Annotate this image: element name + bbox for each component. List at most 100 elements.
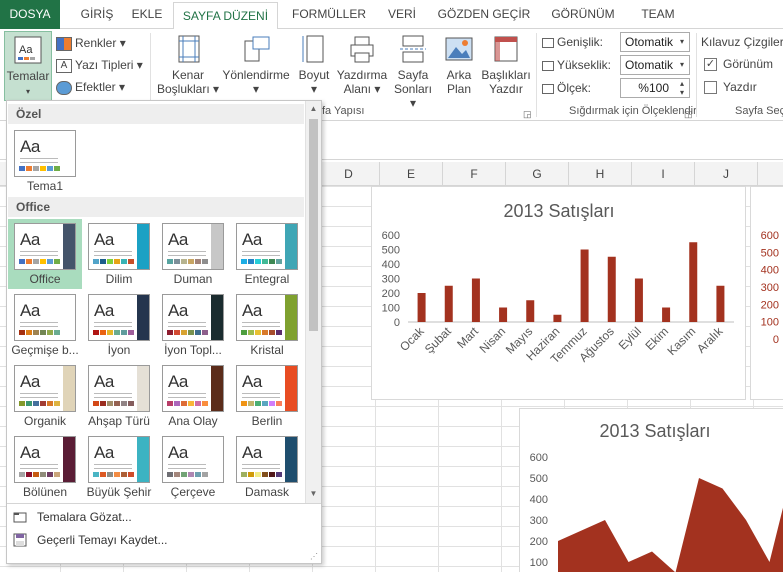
column-header-g[interactable]: G [506,162,569,186]
column-header-f[interactable]: F [443,162,506,186]
column-header-j[interactable]: J [695,162,758,186]
orientation-button[interactable]: Yönlendirme ▾ [220,31,292,101]
scale-spinner[interactable]: %100 ▴ ▾ [620,78,690,98]
save-icon [13,533,27,547]
theme-preview-icon: Aa [88,365,150,412]
column-header-i[interactable]: I [632,162,695,186]
theme-option[interactable]: Aa Geçmişe b... [8,290,82,360]
swatch [174,401,180,406]
preview-line [168,397,206,398]
themes-button[interactable]: Aa Temalar ▾ [4,31,52,101]
gridlines-view-checkbox[interactable]: ✓ Görünüm [704,57,773,72]
print-titles-button[interactable]: Başlıkları Yazdır [478,31,534,101]
tab-view[interactable]: GÖRÜNÜM [543,0,623,29]
tab-file[interactable]: DOSYA [0,0,60,29]
swatch [114,330,120,335]
tab-page-layout[interactable]: SAYFA DÜZENİ [173,2,278,30]
height-select[interactable]: Otomatik ▾ [620,55,690,75]
preview-line [20,255,58,256]
print-area-button[interactable]: Yazdırma Alanı ▾ [334,31,390,101]
theme-option[interactable]: Aa Office [8,219,82,289]
scale-label-row: Ölçek: [542,78,591,98]
page-setup-launcher-icon[interactable]: ◲ [523,109,532,120]
preview-line [168,326,206,327]
partial-chart[interactable]: 600 500 400 300 200 100 0 [750,186,783,400]
breaks-button[interactable]: Sayfa Sonları ▾ [390,31,436,110]
theme-option[interactable]: Aa Ahşap Türü [82,361,156,431]
column-header-d[interactable]: D [318,162,380,186]
scale-launcher-icon[interactable]: ◲ [684,109,693,120]
column-header-h[interactable]: H [569,162,632,186]
theme-preview-icon: Aa [162,294,224,341]
theme-label: Entegral [244,272,290,286]
preview-line [242,397,280,398]
theme-option[interactable]: Aa Duman [156,219,230,289]
area-chart[interactable]: 2013 Satışları 600 500 400 300 200 100 [519,408,783,572]
theme-option[interactable]: Aa Dilim [82,219,156,289]
theme-preview-icon: Aa [88,294,150,341]
swatch [26,166,32,171]
theme-option[interactable]: Aa Tema1 [8,126,82,196]
swatch [33,401,39,406]
theme-option[interactable]: Aa Çerçeve [156,432,230,502]
theme-option[interactable]: Aa İyon Topl... [156,290,230,360]
preview-line [20,162,58,163]
tab-formulas[interactable]: FORMÜLLER [285,0,373,29]
color-swatches [93,259,135,264]
color-swatches [19,259,61,264]
swatch [195,259,201,264]
height-value: Otomatik [625,58,674,72]
dropdown-arrow-icon: ▾ [679,60,684,69]
gallery-scrollbar[interactable]: ▲ ▼ [305,101,321,503]
save-theme-item[interactable]: Geçerli Temayı Kaydet... [7,529,321,551]
theme-option[interactable]: Aa Organik [8,361,82,431]
swatch [248,330,254,335]
background-label-1: Arka [446,68,472,82]
tab-home[interactable]: GİRİŞ [70,0,124,29]
effects-button[interactable]: Efektler ▾ [56,77,125,97]
chart-title: 2013 Satışları [599,421,710,441]
preview-line [242,322,280,323]
scroll-down-icon[interactable]: ▼ [306,487,321,501]
theme-sample-glyph: Aa [94,230,114,249]
theme-option[interactable]: Aa Damask [230,432,304,502]
swatch [181,472,187,477]
theme-option[interactable]: Aa Bölünen [8,432,82,502]
browse-themes-item[interactable]: Temalara Gözat... [7,506,321,528]
swatch [100,472,106,477]
column-header-e[interactable]: E [380,162,443,186]
theme-option[interactable]: Aa Berlin [230,361,304,431]
colors-button[interactable]: Renkler ▾ [56,33,126,53]
tab-team[interactable]: TEAM [630,0,686,29]
swatch [241,330,247,335]
swatch [174,330,180,335]
size-button[interactable]: Boyut ▾ [294,31,334,101]
theme-sample-glyph: Aa [20,137,40,156]
gridlines-print-checkbox[interactable]: Yazdır [704,80,757,95]
background-button[interactable]: Arka Plan [440,31,478,101]
resize-grip-icon[interactable]: ⋰ [310,552,318,561]
tab-data[interactable]: VERİ [380,0,424,29]
theme-option[interactable]: Aa Ana Olay [156,361,230,431]
swatch [248,259,254,264]
swatch [167,472,173,477]
margins-button[interactable]: Kenar Boşlukları ▾ [156,31,220,101]
tab-insert[interactable]: EKLE [124,0,170,29]
y-tick-label: 400 [530,494,548,506]
tab-review[interactable]: GÖZDEN GEÇİR [432,0,536,29]
scrollbar-thumb[interactable] [309,119,318,331]
scale-group-label: Sığdırmak için Ölçeklendir [569,105,697,117]
theme-option[interactable]: Aa İyon [82,290,156,360]
width-select[interactable]: Otomatik ▾ [620,32,690,52]
scale-icon [542,83,554,94]
swatch [54,166,60,171]
swatch [188,401,194,406]
theme-option[interactable]: Aa Kristal [230,290,304,360]
theme-option[interactable]: Aa Entegral [230,219,304,289]
y-tick-label: 100 [761,317,779,329]
bar-chart[interactable]: 2013 Satışları 600 500 400 300 200 100 0 Ocak Şub… [371,186,746,400]
theme-option[interactable]: Aa Büyük Şehir [82,432,156,502]
fonts-button[interactable]: A Yazı Tipleri ▾ [56,55,143,75]
theme-sample-glyph: Aa [20,443,40,462]
scroll-up-icon[interactable]: ▲ [306,102,321,116]
